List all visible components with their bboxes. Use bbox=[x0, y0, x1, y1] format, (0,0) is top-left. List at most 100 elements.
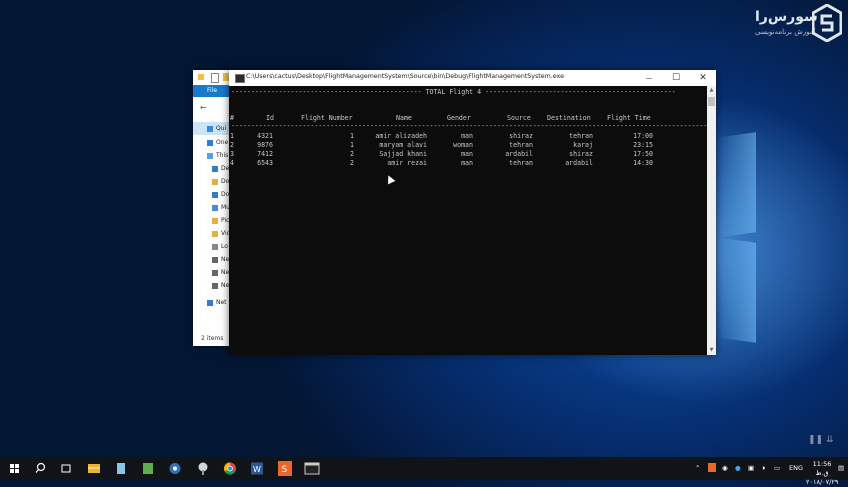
nav-item[interactable]: Ne bbox=[193, 279, 233, 292]
nav-item[interactable]: Lo bbox=[193, 240, 233, 253]
nav-item[interactable]: Vic bbox=[193, 227, 233, 240]
row-index: 2 bbox=[230, 141, 234, 149]
cloud-icon bbox=[207, 139, 213, 146]
sublime-tray-icon[interactable] bbox=[708, 463, 716, 472]
maximize-button[interactable]: ☐ bbox=[664, 72, 688, 84]
console-window[interactable]: C:\Users\cactus\Desktop\FlightManagement… bbox=[229, 70, 716, 355]
scroll-down-arrow-icon[interactable]: ▼ bbox=[707, 346, 716, 355]
sublime-taskbar-icon[interactable]: S bbox=[274, 460, 296, 477]
row-index: 3 bbox=[230, 150, 234, 158]
minimize-button[interactable]: — bbox=[637, 72, 661, 84]
header-destination: Destination bbox=[547, 114, 591, 122]
console-taskbar-icon[interactable] bbox=[301, 460, 323, 477]
row-index: 4 bbox=[230, 159, 234, 167]
explorer-titlebar[interactable] bbox=[193, 70, 233, 86]
file-explorer-window[interactable]: File ← Qui One This De Do Do Mu Pic Vic … bbox=[193, 70, 233, 346]
file-explorer-taskbar-icon[interactable] bbox=[83, 460, 105, 477]
computer-icon bbox=[207, 152, 213, 159]
task-view-icon[interactable] bbox=[55, 460, 77, 477]
file-tab[interactable]: File bbox=[193, 85, 231, 97]
scroll-thumb[interactable] bbox=[708, 97, 715, 106]
clock-time: 11:56 ق.ظ bbox=[812, 460, 832, 477]
word-taskbar-icon[interactable]: W bbox=[246, 460, 268, 477]
search-icon[interactable] bbox=[29, 460, 51, 477]
properties-icon[interactable] bbox=[211, 73, 219, 83]
clock[interactable]: 11:56 ق.ظ ۲۰۱۸/۰۷/۲۹ bbox=[806, 460, 838, 487]
brand-hexagon-icon bbox=[812, 4, 842, 42]
brand-name: سورس‌را bbox=[755, 9, 818, 25]
svg-text:W: W bbox=[253, 465, 261, 474]
monitor-tray-icon[interactable]: ▭ bbox=[774, 464, 780, 472]
nav-item[interactable]: This bbox=[193, 149, 233, 162]
show-hidden-icons-chevron-icon[interactable]: ⌃ bbox=[695, 464, 700, 472]
nav-item[interactable]: Ne bbox=[193, 253, 233, 266]
start-button-windows-icon[interactable] bbox=[3, 460, 25, 477]
row-name: maryam alavi bbox=[379, 141, 427, 149]
row-destination: karaj bbox=[573, 141, 593, 149]
row-destination: tehran bbox=[569, 132, 593, 140]
nav-item[interactable]: Ne bbox=[193, 266, 233, 279]
nav-item[interactable]: Pic bbox=[193, 214, 233, 227]
header-source: Source bbox=[507, 114, 531, 122]
language-indicator[interactable]: ENG bbox=[789, 464, 803, 472]
network-drive-icon bbox=[212, 282, 218, 289]
row-id: 7412 bbox=[257, 150, 273, 158]
vertical-scrollbar[interactable]: ▲ ▼ bbox=[707, 86, 716, 355]
back-arrow-icon[interactable]: ← bbox=[200, 103, 207, 112]
console-output: ----------------------------------------… bbox=[229, 86, 707, 355]
nav-item[interactable]: Net bbox=[193, 296, 233, 309]
music-icon bbox=[212, 204, 218, 211]
row-flight-time: 23:15 bbox=[633, 141, 653, 149]
chrome-taskbar-icon[interactable] bbox=[219, 460, 241, 477]
network-drive-icon bbox=[212, 256, 218, 263]
nav-item[interactable]: Do bbox=[193, 175, 233, 188]
row-gender: man bbox=[461, 132, 473, 140]
row-flight-time: 17:50 bbox=[633, 150, 653, 158]
console-titlebar[interactable]: C:\Users\cactus\Desktop\FlightManagement… bbox=[229, 70, 716, 86]
notification-center-icon[interactable]: ▤ bbox=[838, 464, 844, 472]
row-id: 6543 bbox=[257, 159, 273, 167]
table-row: 1 4321 1 amir alizadeh man shiraz tehran 17:00 bbox=[229, 132, 707, 140]
tool-taskbar-icon[interactable] bbox=[192, 460, 214, 477]
row-gender: man bbox=[461, 150, 473, 158]
update-tray-icon[interactable]: ● bbox=[735, 464, 741, 472]
table-row: 2 9876 1 maryam alavi woman tehran karaj 23:15 bbox=[229, 141, 707, 149]
taskbar[interactable]: W S ⌃ ◉ ● ▣ 🕨 ▭ ENG 11:56 ق.ظ ۲۰۱۸/۰۷/۲۹… bbox=[0, 457, 848, 486]
folder-icon bbox=[212, 178, 218, 185]
row-id: 4321 bbox=[257, 132, 273, 140]
notepad-taskbar-icon[interactable] bbox=[110, 460, 132, 477]
header-index: # bbox=[230, 114, 234, 122]
network-tray-icon[interactable]: ◉ bbox=[722, 464, 728, 472]
window-title: C:\Users\cactus\Desktop\FlightManagement… bbox=[246, 73, 564, 80]
row-name: amir alizadeh bbox=[375, 132, 427, 140]
settings-taskbar-icon[interactable] bbox=[164, 460, 186, 477]
scroll-up-arrow-icon[interactable]: ▲ bbox=[707, 86, 716, 95]
header-flight-time: Flight Time bbox=[607, 114, 651, 122]
row-flight-number: 1 bbox=[350, 132, 354, 140]
close-button[interactable]: ✕ bbox=[691, 72, 715, 84]
nav-item[interactable]: One bbox=[193, 136, 233, 149]
network-drive-icon bbox=[212, 269, 218, 276]
wallpaper-beam bbox=[716, 237, 756, 343]
header-row: # Id Flight Number Name Gender Source De… bbox=[229, 114, 707, 122]
picture-icon bbox=[212, 217, 218, 224]
row-flight-number: 2 bbox=[350, 150, 354, 158]
header-id: Id bbox=[266, 114, 274, 122]
drive-icon bbox=[212, 243, 218, 250]
app-tray-icon[interactable]: ▣ bbox=[748, 464, 754, 472]
volume-muted-icon[interactable]: 🕨 bbox=[761, 464, 765, 473]
header-gender: Gender bbox=[447, 114, 471, 122]
row-flight-time: 17:00 bbox=[633, 132, 653, 140]
navigation-pane[interactable]: Qui One This De Do Do Mu Pic Vic Lo Ne N… bbox=[193, 122, 233, 309]
console-icon bbox=[235, 74, 245, 83]
star-icon bbox=[207, 125, 213, 132]
separator: ----------------------------------------… bbox=[231, 122, 707, 130]
nav-item[interactable]: Do bbox=[193, 188, 233, 201]
nav-item[interactable]: Mu bbox=[193, 201, 233, 214]
nav-item[interactable]: De bbox=[193, 162, 233, 175]
nav-item[interactable]: Qui bbox=[193, 122, 233, 135]
pause-icon: ❚❚ ⇊ bbox=[808, 435, 834, 445]
row-destination: shiraz bbox=[569, 150, 593, 158]
app-taskbar-icon[interactable] bbox=[137, 460, 159, 477]
row-source: tehran bbox=[509, 159, 533, 167]
